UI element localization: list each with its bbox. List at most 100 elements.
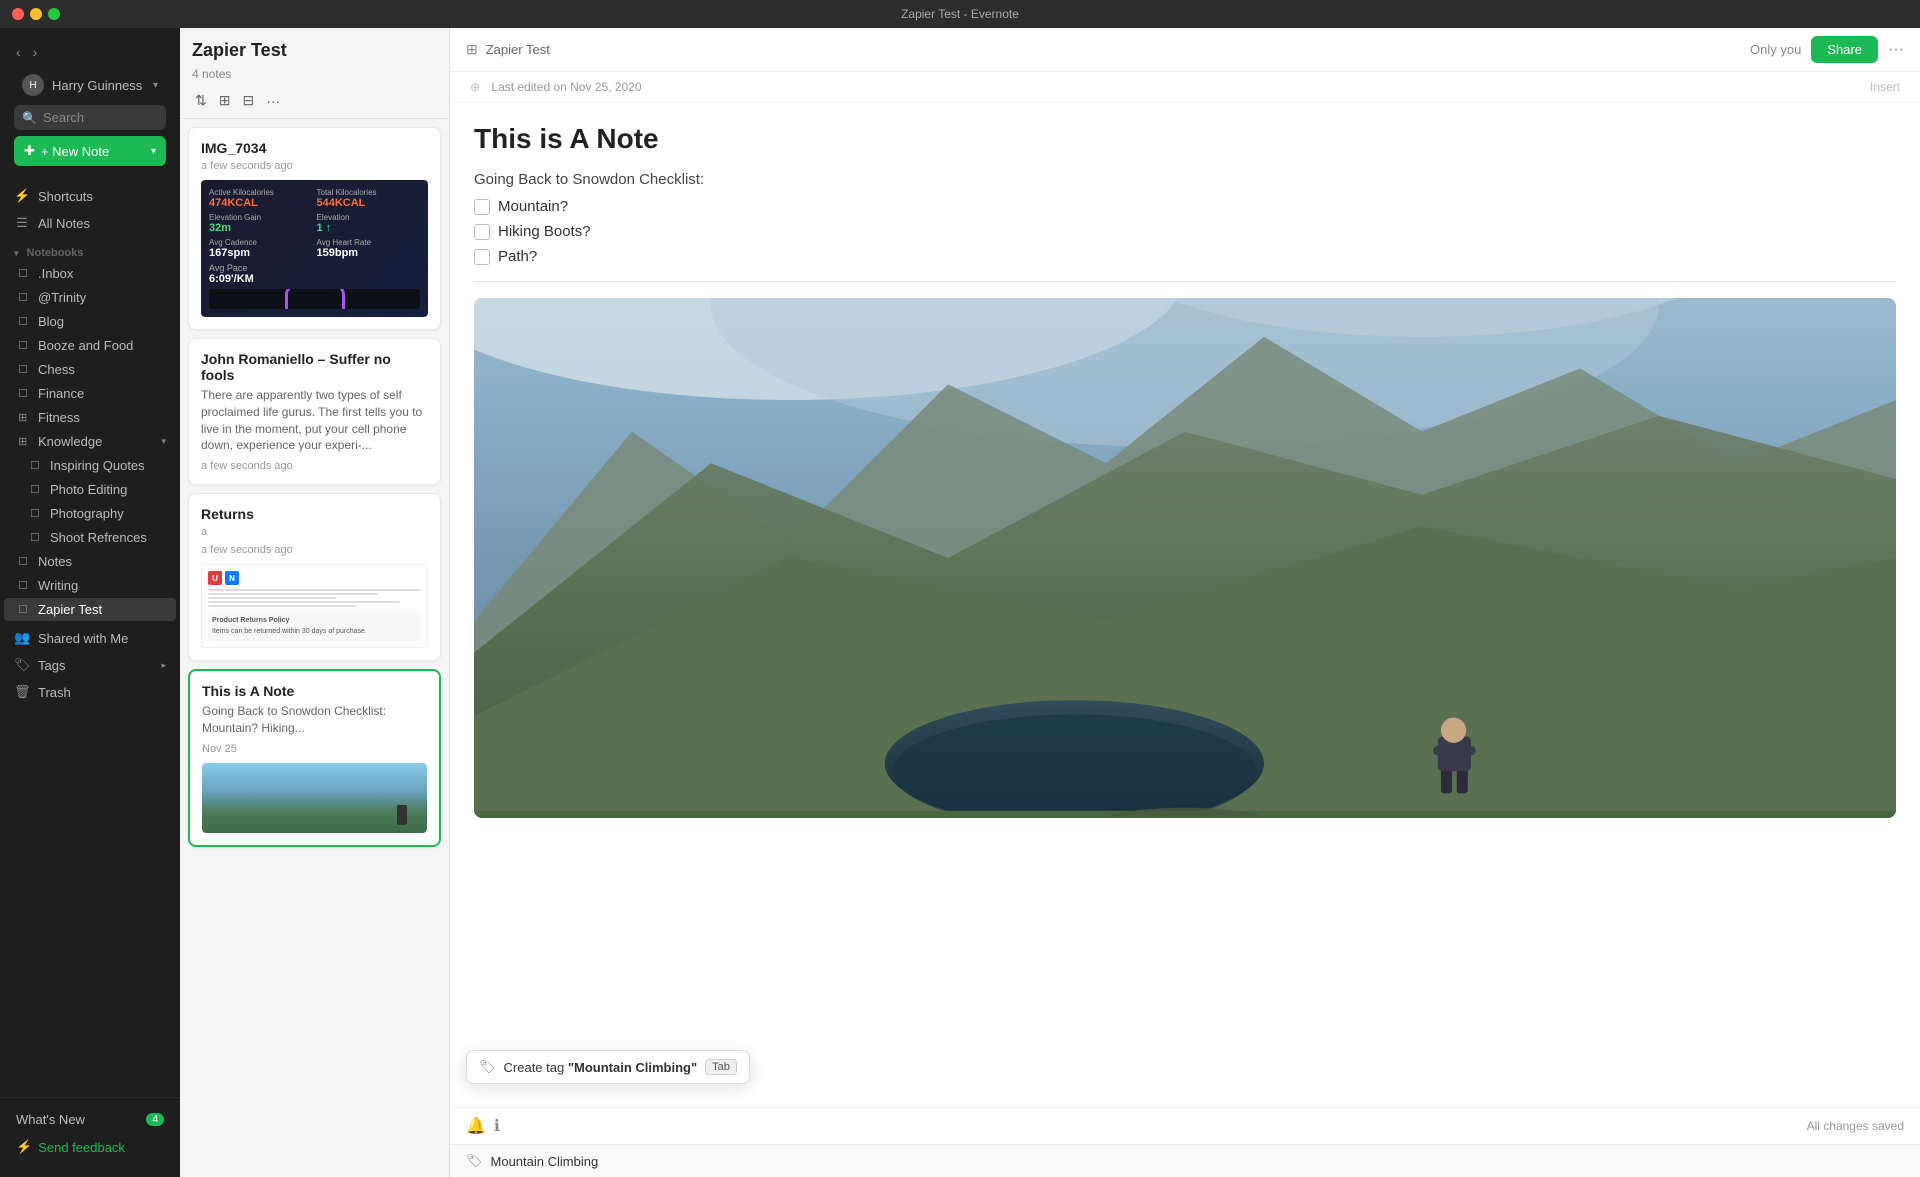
note-meta: a few seconds ago [201, 160, 428, 172]
note-thumbnail: Active Kilocalories 474KCAL Total Kiloca… [201, 180, 428, 317]
only-you-label: Only you [1750, 42, 1801, 57]
sidebar-item-notes[interactable]: ☐ Notes [4, 550, 176, 573]
whats-new-label: What's New [16, 1112, 85, 1127]
filter-button[interactable]: ⊞ [216, 89, 234, 112]
sidebar-item-finance[interactable]: ☐ Finance [4, 382, 176, 405]
new-note-button[interactable]: ✚ + New Note ▾ [14, 136, 166, 166]
search-bar[interactable]: 🔍 Search [14, 105, 166, 130]
note-thumbnail [202, 763, 427, 833]
info-icon[interactable]: ℹ [494, 1116, 500, 1136]
stack-icon: ⊞ [18, 435, 32, 448]
tags-label: Tags [38, 658, 65, 673]
note-title: This is A Note [202, 683, 427, 699]
checklist-item-path[interactable]: Path? [474, 248, 1896, 265]
photography-label: Photography [50, 506, 124, 521]
trash-label: Trash [38, 685, 71, 700]
notes-nb-label: Notes [38, 554, 72, 569]
sidebar-item-chess[interactable]: ☐ Chess [4, 358, 176, 381]
sidebar-item-fitness[interactable]: ⊞ Fitness [4, 406, 176, 429]
stack-icon: ⊞ [18, 411, 32, 424]
close-button[interactable] [12, 8, 24, 20]
note-detail-title: This is A Note [474, 123, 1896, 155]
note-card-img-7034[interactable]: IMG_7034 a few seconds ago Active Kiloca… [188, 127, 441, 330]
new-note-label: + New Note [41, 144, 109, 159]
sidebar-item-photo-editing[interactable]: ☐ Photo Editing [4, 478, 176, 501]
sidebar-item-shoot-references[interactable]: ☐ Shoot Refrences [4, 526, 176, 549]
tag-suggestion-popup[interactable]: 🏷 Create tag "Mountain Climbing" Tab [466, 1050, 750, 1084]
mountain-svg [474, 298, 1896, 818]
checklist-item-label: Path? [498, 248, 537, 265]
tag-input[interactable] [491, 1154, 1904, 1169]
fullscreen-button[interactable] [48, 8, 60, 20]
checklist-item-hiking-boots[interactable]: Hiking Boots? [474, 223, 1896, 240]
share-button[interactable]: Share [1811, 36, 1878, 63]
sidebar-item-all-notes[interactable]: ☰ All Notes [4, 210, 176, 236]
sidebar-item-knowledge[interactable]: ⊞ Knowledge ▾ [4, 430, 176, 453]
back-button[interactable]: ‹ [12, 42, 25, 62]
sidebar-item-inspiring-quotes[interactable]: ☐ Inspiring Quotes [4, 454, 176, 477]
notes-list-header: Zapier Test 4 notes ⇅ ⊞ ⊟ ··· [180, 28, 449, 119]
forward-button[interactable]: › [29, 42, 42, 62]
note-card-this-is-a-note[interactable]: This is A Note Going Back to Snowdon Che… [188, 669, 441, 847]
notebook-icon: ☐ [18, 579, 32, 592]
send-feedback-label: Send feedback [38, 1140, 125, 1155]
notebook-icon: ☐ [18, 387, 32, 400]
sidebar-item-zapier-test[interactable]: ☐ Zapier Test [4, 598, 176, 621]
minimize-button[interactable] [30, 8, 42, 20]
checkbox-path[interactable] [474, 249, 490, 265]
send-feedback-item[interactable]: ⚡ Send feedback [8, 1133, 172, 1161]
photo-editing-label: Photo Editing [50, 482, 127, 497]
notebook-icon: ☐ [18, 339, 32, 352]
notebook-icon: ☐ [18, 267, 32, 280]
note-meta: a [201, 526, 428, 538]
sidebar-item-photography[interactable]: ☐ Photography [4, 502, 176, 525]
sidebar-item-writing[interactable]: ☐ Writing [4, 574, 176, 597]
notes-list-content: IMG_7034 a few seconds ago Active Kiloca… [180, 119, 449, 1177]
sidebar-item-trinity[interactable]: ☐ @Trinity [4, 286, 176, 309]
bell-icon[interactable]: 🔔 [466, 1116, 486, 1136]
sidebar-item-inbox[interactable]: ☐ .Inbox [4, 262, 176, 285]
shortcuts-icon: ⚡ [14, 188, 30, 204]
tag-popup-icon: 🏷 [479, 1059, 496, 1075]
sidebar-item-shortcuts[interactable]: ⚡ Shortcuts [4, 183, 176, 209]
note-thumbnail: U N Product Returns Policy [201, 564, 428, 648]
note-card-returns[interactable]: Returns a a few seconds ago U N [188, 493, 441, 661]
sidebar-bottom: What's New 4 ⚡ Send feedback [0, 1097, 180, 1169]
note-card-john-romaniello[interactable]: John Romaniello – Suffer no fools There … [188, 338, 441, 485]
checklist-item-mountain[interactable]: Mountain? [474, 198, 1896, 215]
notebook-icon: ☐ [30, 531, 44, 544]
user-profile[interactable]: H Harry Guinness ▾ [12, 69, 168, 101]
notebook-expand-icon: ▾ [14, 248, 19, 259]
note-detail-body[interactable]: This is A Note Going Back to Snowdon Che… [450, 103, 1920, 1107]
sort-button[interactable]: ⇅ [192, 89, 210, 112]
checkbox-mountain[interactable] [474, 199, 490, 215]
sidebar-item-blog[interactable]: ☐ Blog [4, 310, 176, 333]
shoot-refs-label: Shoot Refrences [50, 530, 147, 545]
avatar: H [22, 74, 44, 96]
breadcrumb: Zapier Test [486, 42, 550, 57]
note-image [474, 298, 1896, 818]
lightning-icon: ⚡ [16, 1139, 32, 1155]
whats-new-item[interactable]: What's New 4 [8, 1106, 172, 1133]
sidebar: ‹ › H Harry Guinness ▾ 🔍 Search ✚ + New … [0, 28, 180, 1177]
fitness-label: Fitness [38, 410, 80, 425]
more-options-button[interactable]: ··· [263, 90, 283, 112]
sidebar-item-booze-food[interactable]: ☐ Booze and Food [4, 334, 176, 357]
sidebar-item-trash[interactable]: 🗑 Trash [4, 679, 176, 705]
chess-label: Chess [38, 362, 75, 377]
search-icon: 🔍 [22, 111, 37, 125]
last-edited: Last edited on Nov 25, 2020 [491, 80, 641, 94]
view-toggle-button[interactable]: ⊟ [239, 89, 257, 112]
finance-label: Finance [38, 386, 84, 401]
nav-arrows: ‹ › [8, 36, 172, 68]
mountain-scene [474, 298, 1896, 818]
sidebar-item-tags[interactable]: 🏷 Tags ▸ [4, 652, 176, 678]
more-actions-button[interactable]: ··· [1888, 41, 1904, 59]
sidebar-item-shared-with-me[interactable]: 👥 Shared with Me [4, 625, 176, 651]
sidebar-item-notebooks[interactable]: ▾ Notebooks [4, 237, 176, 261]
checkbox-hiking-boots[interactable] [474, 224, 490, 240]
knowledge-thumbnail: U N Product Returns Policy [201, 564, 428, 648]
notebook-icon: ☐ [30, 507, 44, 520]
search-label: Search [43, 110, 84, 125]
note-date: a few seconds ago [201, 544, 428, 556]
